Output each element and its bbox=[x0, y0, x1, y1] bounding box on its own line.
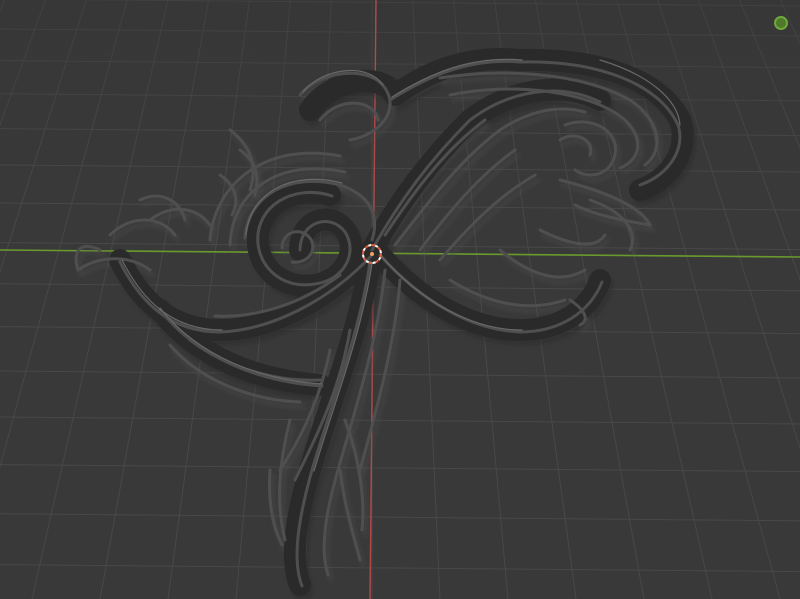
grid-line-width bbox=[0, 370, 800, 379]
3d-viewport[interactable] bbox=[0, 0, 800, 599]
grid-line-width bbox=[0, 326, 800, 335]
grid-line-width bbox=[0, 464, 800, 473]
navigation-gizmo-dot-icon[interactable] bbox=[774, 16, 788, 30]
grid-line-width bbox=[0, 416, 800, 425]
grid-line-width bbox=[0, 242, 800, 251]
grid-line-width bbox=[0, 564, 800, 573]
grid-line-width bbox=[0, 513, 800, 522]
viewport-canvas[interactable] bbox=[0, 0, 800, 599]
